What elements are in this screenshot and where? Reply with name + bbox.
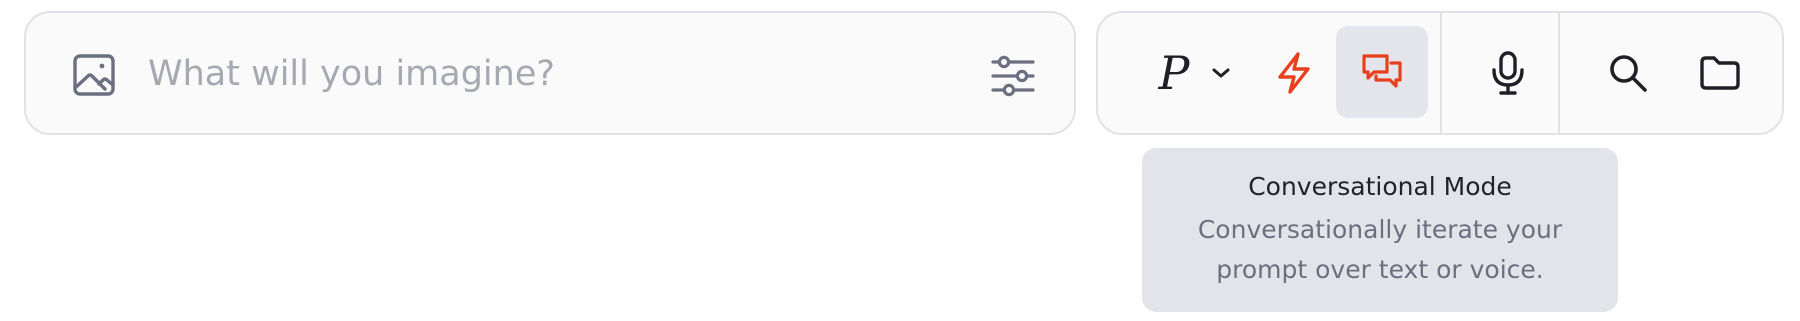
tooltip-description: Conversationally iterate your prompt ove…: [1197, 215, 1563, 284]
folder-button[interactable]: [1688, 41, 1752, 105]
chevron-down-icon: [1212, 68, 1230, 78]
boost-button[interactable]: [1262, 41, 1326, 105]
tooltip-title: Conversational Mode: [1248, 172, 1512, 201]
folder-icon: [1700, 56, 1740, 90]
model-label: P: [1158, 46, 1190, 100]
toolbar: P: [1096, 11, 1784, 135]
tooltip: Conversational Mode Conversationally ite…: [1142, 148, 1618, 312]
image-upload-button[interactable]: [70, 51, 118, 99]
model-selector[interactable]: P: [1140, 41, 1250, 105]
conversational-mode-button[interactable]: [1336, 26, 1428, 118]
sliders-icon: [991, 55, 1035, 97]
microphone-button[interactable]: [1476, 41, 1540, 105]
prompt-input[interactable]: [148, 43, 968, 105]
search-button[interactable]: [1596, 41, 1660, 105]
toolbar-divider: [1558, 13, 1560, 133]
prompt-settings-button[interactable]: [988, 51, 1038, 101]
toolbar-divider: [1440, 13, 1442, 133]
lightning-icon: [1278, 52, 1310, 94]
chat-bubbles-icon: [1362, 54, 1402, 88]
microphone-icon: [1492, 51, 1524, 95]
prompt-bar: [24, 11, 1076, 135]
search-icon: [1610, 55, 1647, 92]
image-icon: [73, 54, 115, 96]
